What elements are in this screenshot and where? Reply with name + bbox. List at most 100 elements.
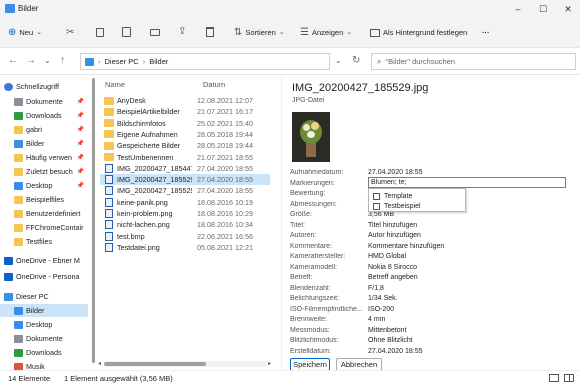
property-row: Kamerahersteller: HMD Global bbox=[290, 253, 580, 263]
sidebar-item[interactable]: OneDrive - Ebner M bbox=[0, 254, 88, 267]
close-button[interactable]: ✕ bbox=[556, 2, 580, 16]
property-value[interactable]: F/1,8 bbox=[368, 285, 384, 295]
scrollbar-thumb[interactable] bbox=[104, 362, 206, 366]
file-row[interactable]: IMG_20200427_185529... 27.04.2020 18:55 bbox=[100, 185, 270, 196]
new-button[interactable]: ⊕ Neu ⌄ bbox=[8, 25, 42, 41]
address-bar[interactable]: › Dieser PC › Bilder bbox=[80, 53, 330, 70]
property-value[interactable]: 27.04.2020 18:55 bbox=[368, 348, 423, 358]
sidebar-item[interactable]: gabri 📌 bbox=[0, 123, 88, 136]
sidebar-item[interactable]: Bilder 📌 bbox=[0, 137, 88, 150]
sidebar-item[interactable]: OneDrive - Persona bbox=[0, 270, 88, 283]
view-button[interactable]: ☰ Anzeigen ⌄ bbox=[300, 25, 352, 41]
checkbox-icon[interactable] bbox=[373, 202, 380, 210]
scroll-left-icon[interactable]: ◂ bbox=[98, 360, 101, 367]
sidebar-item[interactable]: Desktop 📌 bbox=[0, 179, 88, 192]
scrollbar-thumb[interactable] bbox=[92, 78, 95, 363]
file-row[interactable]: AnyDesk 12.08.2021 12:07 bbox=[100, 95, 270, 106]
maximize-button[interactable]: ☐ bbox=[531, 2, 555, 16]
rename-icon[interactable] bbox=[150, 29, 160, 36]
breadcrumb-separator-icon: › bbox=[142, 57, 146, 66]
file-row[interactable]: keine-panik.png 18.08.2016 10:19 bbox=[100, 197, 270, 208]
file-row[interactable]: kein-problem.png 18.08.2016 10:29 bbox=[100, 208, 270, 219]
navigation-pane-scrollbar[interactable] bbox=[91, 78, 96, 368]
sidebar-item[interactable]: Häufig verwen 📌 bbox=[0, 151, 88, 164]
file-row[interactable]: Testdatei.png 05.08.2021 12:21 bbox=[100, 242, 270, 253]
scroll-right-icon[interactable]: ▸ bbox=[268, 360, 271, 367]
cut-icon[interactable]: ✂ bbox=[66, 27, 74, 38]
tag-suggestion-testbeispiel[interactable]: Testbeispiel bbox=[373, 201, 421, 211]
property-label: Abmessungen: bbox=[290, 200, 337, 208]
share-icon[interactable]: ⇪ bbox=[178, 26, 186, 37]
property-value[interactable]: ISO-200 bbox=[368, 306, 394, 316]
image-thumbnail bbox=[292, 112, 330, 162]
file-row[interactable]: IMG_20200427_185447... 27.04.2020 18:55 bbox=[100, 163, 270, 174]
cancel-button[interactable]: Abbrechen bbox=[336, 358, 382, 370]
property-value[interactable]: HMD Global bbox=[368, 253, 406, 263]
sidebar-item[interactable]: Schnellzugriff bbox=[0, 80, 88, 93]
sidebar-item[interactable]: Dokumente 📌 bbox=[0, 95, 88, 108]
search-box[interactable]: ⌕ "Bilder" durchsuchen bbox=[371, 53, 576, 70]
more-options-button[interactable]: ··· bbox=[482, 25, 490, 41]
address-history-chevron-icon[interactable]: ⌄ bbox=[335, 56, 342, 65]
file-name: test.bmp bbox=[117, 231, 145, 241]
sidebar-item[interactable]: Dokumente bbox=[0, 332, 88, 345]
up-arrow-icon[interactable]: ↑ bbox=[60, 55, 65, 66]
tiles-view-icon[interactable] bbox=[564, 374, 574, 382]
pin-icon: 📌 bbox=[76, 113, 84, 119]
file-row[interactable]: test.bmp 22.06.2021 16:56 bbox=[100, 231, 270, 242]
sidebar-item[interactable]: Desktop bbox=[0, 318, 88, 331]
property-value[interactable]: Betreff angeben bbox=[368, 274, 418, 284]
sidebar-item[interactable]: Dieser PC bbox=[0, 290, 88, 303]
property-value[interactable]: Kommentare hinzufügen bbox=[368, 243, 444, 253]
sidebar-item[interactable]: Testfiles bbox=[0, 235, 88, 248]
copy-icon[interactable] bbox=[96, 28, 104, 37]
details-file-type: JPG-Datei bbox=[292, 97, 325, 104]
delete-icon[interactable] bbox=[206, 27, 214, 37]
sidebar-item[interactable]: Benutzerdefiniert bbox=[0, 207, 88, 220]
sidebar-item[interactable]: Downloads bbox=[0, 346, 88, 359]
recent-chevron-icon[interactable]: ⌄ bbox=[44, 56, 51, 65]
property-value[interactable]: Titel hinzufügen bbox=[368, 222, 417, 232]
column-header-date[interactable]: Datum bbox=[203, 80, 225, 89]
sort-button[interactable]: ⇅ Sortieren ⌄ bbox=[234, 25, 285, 41]
sidebar-item[interactable]: FFChromeContair bbox=[0, 221, 88, 234]
property-value[interactable]: 4 mm bbox=[368, 316, 386, 326]
file-row[interactable]: BeispielArtikelbilder 21.07.2021 16:17 bbox=[100, 106, 270, 117]
sidebar-item[interactable]: Beispielfiles bbox=[0, 193, 88, 206]
title-bar: Bilder – ☐ ✕ bbox=[0, 0, 580, 18]
tag-suggestion-template[interactable]: Template bbox=[373, 191, 412, 201]
breadcrumb-this-pc[interactable]: Dieser PC bbox=[105, 57, 139, 66]
paste-icon[interactable] bbox=[122, 27, 131, 37]
property-value[interactable]: Autor hinzufügen bbox=[368, 232, 421, 242]
sidebar-item[interactable]: Zuletzt besuch 📌 bbox=[0, 165, 88, 178]
folder-icon bbox=[104, 130, 114, 139]
refresh-icon[interactable]: ↻ bbox=[352, 55, 360, 66]
tags-input[interactable]: Blumen; te; bbox=[368, 177, 566, 188]
sidebar-item[interactable]: Downloads 📌 bbox=[0, 109, 88, 122]
file-row[interactable]: TestUmbenennen 21.07.2021 18:55 bbox=[100, 152, 270, 163]
property-value[interactable]: 1/34 Sek. bbox=[368, 295, 398, 305]
sidebar-item[interactable]: Musik bbox=[0, 360, 88, 370]
back-arrow-icon[interactable]: ← bbox=[8, 55, 18, 66]
property-value[interactable]: Nokia 8 Sirocco bbox=[368, 264, 417, 274]
file-row[interactable]: IMG_20200427_185529... 27.04.2020 18:55 bbox=[100, 174, 270, 186]
pin-icon: 📌 bbox=[76, 141, 84, 147]
set-wallpaper-button[interactable]: Als Hintergrund festlegen bbox=[370, 25, 467, 41]
file-row[interactable]: nicht-lachen.png 18.08.2016 10:34 bbox=[100, 219, 270, 230]
property-value[interactable]: Mittenbetont bbox=[368, 327, 407, 337]
property-value[interactable]: Ohne Blitzlicht bbox=[368, 337, 413, 347]
command-bar: ⊕ Neu ⌄ ✂ ⇪ ⇅ Sortieren ⌄ ☰ Anzeigen ⌄ A… bbox=[0, 18, 580, 48]
file-row[interactable]: Eigene Aufnahmen 28.05.2018 19:44 bbox=[100, 129, 270, 140]
forward-arrow-icon[interactable]: → bbox=[26, 55, 36, 66]
column-header-name[interactable]: Name bbox=[105, 80, 125, 89]
save-button[interactable]: Speichern bbox=[290, 358, 330, 370]
sidebar-item-label: Downloads bbox=[26, 111, 62, 120]
checkbox-icon[interactable] bbox=[373, 192, 380, 200]
minimize-button[interactable]: – bbox=[506, 2, 530, 16]
details-view-icon[interactable] bbox=[549, 374, 559, 382]
breadcrumb-pictures[interactable]: Bilder bbox=[149, 57, 168, 66]
sidebar-item[interactable]: Bilder bbox=[0, 304, 88, 317]
file-row[interactable]: Bildschirmfotos 25.02.2021 15:40 bbox=[100, 118, 270, 129]
file-row[interactable]: Gespeicherte Bilder 28.05.2018 19:44 bbox=[100, 140, 270, 151]
file-date: 21.07.2021 18:55 bbox=[197, 152, 253, 162]
